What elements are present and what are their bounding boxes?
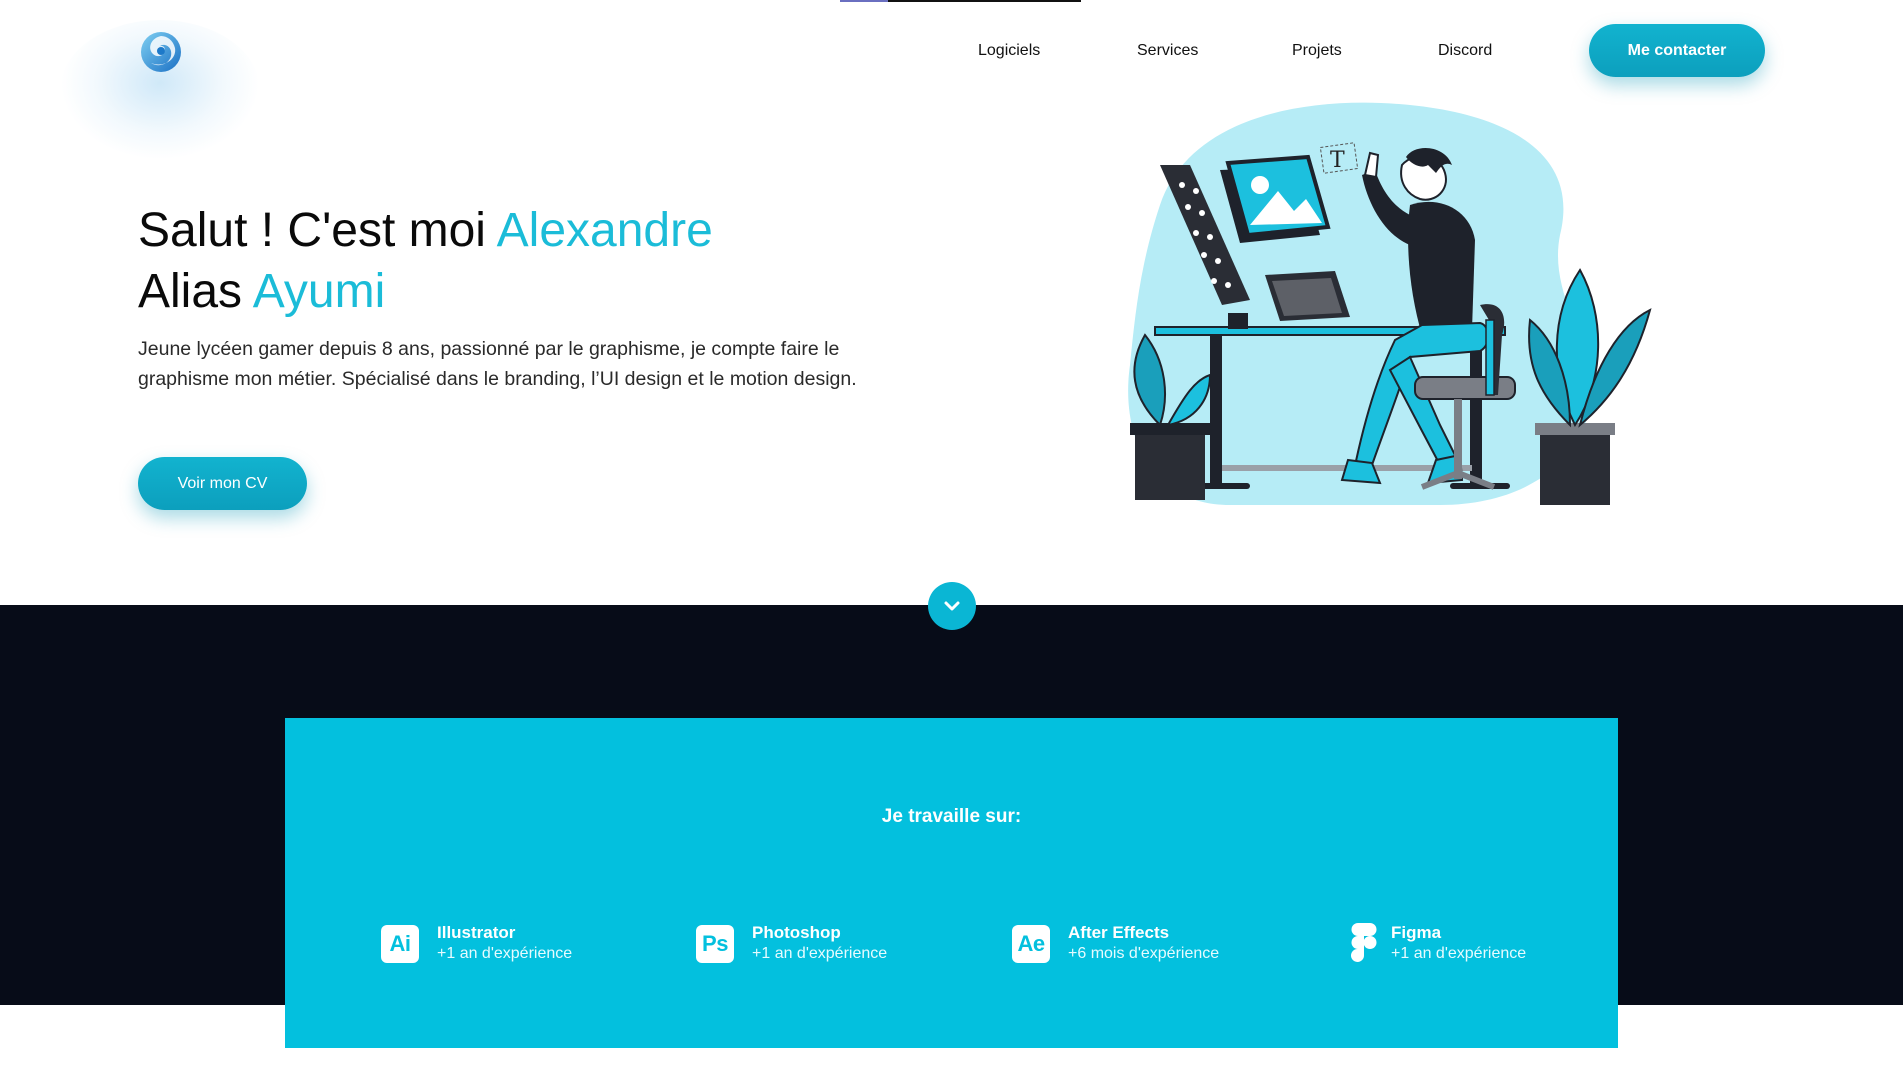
tool-name: Illustrator: [437, 923, 516, 942]
hero-description: Jeune lycéen gamer depuis 8 ans, passion…: [138, 338, 857, 390]
tool-experience: +1 an d'expérience: [1391, 945, 1527, 962]
hero-title-prefix: Salut ! C'est moi: [138, 204, 497, 257]
cv-button[interactable]: Voir mon CV: [138, 457, 307, 510]
nav-item-projets[interactable]: Projets: [1292, 42, 1342, 60]
designer-illustration: T: [1128, 102, 1652, 505]
tool-experience: +1 an d'expérience: [752, 945, 888, 962]
tools-panel: Je travaille sur: Ai Illustrator +1 an d…: [285, 718, 1618, 1048]
chevron-down-icon: [944, 601, 960, 611]
top-accent-bar: [840, 0, 1081, 2]
tool-experience: +6 mois d'expérience: [1068, 945, 1220, 962]
tool-name: After Effects: [1068, 923, 1170, 942]
contact-button[interactable]: Me contacter: [1589, 24, 1765, 77]
tool-name: Figma: [1391, 923, 1442, 942]
scroll-down-button[interactable]: [928, 582, 976, 630]
nav-item-logiciels[interactable]: Logiciels: [978, 42, 1040, 60]
svg-text:T: T: [1330, 148, 1345, 173]
illustrator-icon: Ai: [381, 925, 419, 963]
photoshop-icon: Ps: [696, 925, 734, 963]
hero-name: Alexandre: [496, 204, 713, 257]
tool-experience: +1 an d'expérience: [437, 945, 573, 962]
logo-icon[interactable]: [139, 30, 183, 74]
nav-item-services[interactable]: Services: [1137, 42, 1198, 60]
hero-alias: Ayumi: [252, 265, 386, 318]
tool-name: Photoshop: [752, 923, 841, 942]
after-effects-icon: Ae: [1012, 925, 1050, 963]
tools-title: Je travaille sur:: [881, 806, 1022, 827]
hero-alias-prefix: Alias: [138, 265, 253, 318]
hero-title: Salut ! C'est moi Alexandre Alias Ayumi: [138, 200, 713, 322]
nav-item-discord[interactable]: Discord: [1438, 42, 1492, 60]
figma-icon: [1351, 923, 1377, 962]
